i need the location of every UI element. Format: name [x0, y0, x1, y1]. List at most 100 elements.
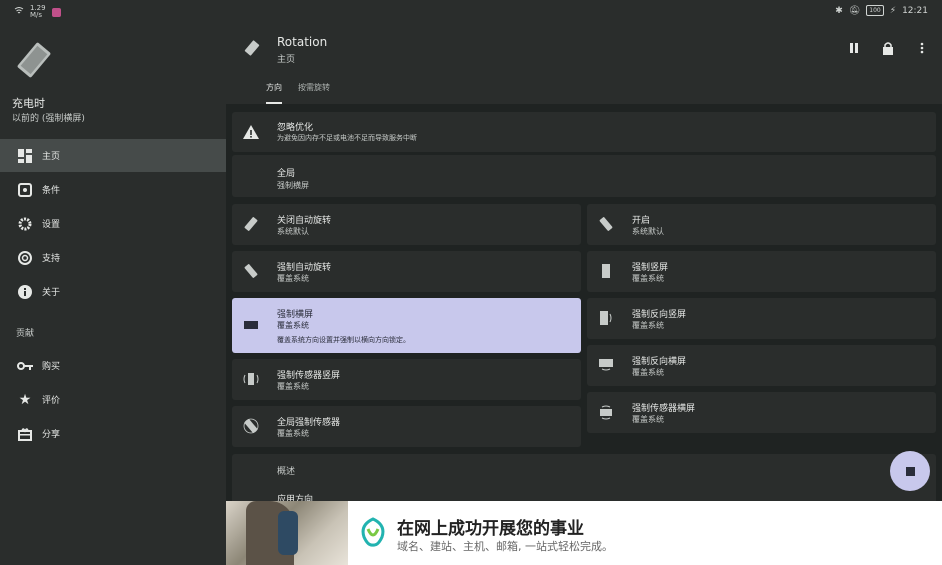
sidebar-item-conditions[interactable]: 条件: [0, 173, 226, 206]
card-title: 开启: [632, 216, 651, 226]
ad-banner[interactable]: 在网上成功开展您的事业 域名、建站、主机、邮箱, 一站式轻松完成。: [226, 501, 942, 565]
card-title: 强制横屏: [277, 310, 314, 320]
card-subtitle: 覆盖系统: [277, 321, 309, 330]
mode-force-reverse-landscape[interactable]: 强制反向横屏 覆盖系统: [587, 345, 936, 386]
mode-auto-rotate-on[interactable]: 开启 系统默认: [587, 204, 936, 245]
sidebar-item-label: 设置: [42, 220, 61, 230]
pause-button[interactable]: [846, 40, 862, 56]
info-icon: [16, 283, 34, 301]
mode-force-landscape[interactable]: 强制横屏 覆盖系统 覆盖系统方向设置并强制以横向方向锁定。: [232, 298, 581, 353]
net-speed: 1.29 M/s: [30, 4, 46, 19]
wifi-icon: [14, 7, 24, 17]
key-icon: [16, 357, 34, 375]
mute-icon: 🔕︎: [848, 5, 861, 16]
app-title: Rotation: [277, 35, 328, 49]
app-subtitle: 主页: [277, 55, 296, 65]
sidebar-subtitle: 以前的 (强制横屏): [12, 114, 85, 124]
sidebar-item-label: 分享: [42, 430, 61, 440]
sensor-portrait-icon: [242, 370, 260, 388]
star-icon: ★: [18, 391, 32, 408]
sidebar-item-label: 购买: [42, 362, 61, 372]
ad-subtitle: 域名、建站、主机、邮箱, 一站式轻松完成。: [397, 540, 613, 553]
mode-force-sensor-landscape[interactable]: 强制传感器横屏 覆盖系统: [587, 392, 936, 433]
landscape-icon: [242, 316, 260, 334]
sensor-rotation-icon: [242, 417, 260, 435]
gift-icon: [16, 425, 34, 443]
card-title: 强制传感器横屏: [632, 404, 696, 414]
card-title: 强制传感器竖屏: [277, 371, 341, 381]
ad-logo-icon: [356, 515, 390, 549]
global-card[interactable]: 全局 强制横屏: [232, 155, 936, 197]
card-subtitle: 覆盖系统: [277, 382, 309, 391]
sidebar-item-label: 支持: [42, 254, 61, 264]
card-subtitle: 覆盖系统: [277, 429, 309, 438]
portrait-icon: [597, 262, 615, 280]
card-title: 强制反向横屏: [632, 357, 687, 367]
card-subtitle: 系统默认: [632, 227, 664, 236]
sidebar-item-rate[interactable]: ★ 评价: [0, 383, 226, 416]
lock-button[interactable]: [880, 40, 896, 56]
dashboard-icon: [16, 147, 34, 165]
tab-on-demand[interactable]: 按需旋转: [298, 80, 330, 104]
more-options-button[interactable]: [914, 40, 930, 56]
status-bar: 1.29 M/s ✱ 🔕︎ 100 ⚡︎ 12:21: [0, 0, 942, 24]
card-description: 覆盖系统方向设置并强制以横向方向锁定。: [277, 336, 410, 344]
card-title: 忽略优化: [277, 123, 314, 133]
mode-global-force-sensor[interactable]: 全局强制传感器 覆盖系统: [232, 406, 581, 447]
sidebar-item-label: 关于: [42, 288, 61, 298]
card-subtitle: 覆盖系统: [632, 321, 664, 330]
sidebar-item-home[interactable]: 主页: [0, 139, 226, 172]
stop-icon: [905, 466, 915, 476]
sidebar-item-label: 评价: [42, 396, 61, 406]
sidebar-title: 充电时: [12, 97, 45, 110]
sidebar-item-settings[interactable]: 设置: [0, 207, 226, 240]
card-subtitle: 覆盖系统: [277, 274, 309, 283]
mode-force-sensor-portrait[interactable]: 强制传感器竖屏 覆盖系统: [232, 359, 581, 400]
rotation-lock-icon: [242, 215, 260, 233]
sidebar-item-label: 主页: [42, 152, 61, 162]
sidebar-item-share[interactable]: 分享: [0, 417, 226, 450]
mode-force-auto-rotate[interactable]: 强制自动旋转 覆盖系统: [232, 251, 581, 292]
card-title: 全局: [277, 169, 296, 179]
battery-indicator: 100: [866, 5, 884, 16]
mode-force-reverse-portrait[interactable]: 强制反向竖屏 覆盖系统: [587, 298, 936, 339]
sidebar-item-label: 条件: [42, 186, 61, 196]
card-title: 强制反向竖屏: [632, 310, 687, 320]
rotation-icon: [242, 38, 262, 58]
sidebar-item-support[interactable]: 支持: [0, 241, 226, 274]
card-subtitle: 为避免因内存不足或电池不足而导致服务中断: [277, 134, 417, 142]
rotation-on-icon: [597, 215, 615, 233]
screen-rotation-icon: [242, 262, 260, 280]
mode-force-portrait[interactable]: 强制竖屏 覆盖系统: [587, 251, 936, 292]
overview-title: 概述: [277, 467, 296, 477]
ad-title: 在网上成功开展您的事业: [397, 519, 584, 539]
app-logo-icon: [14, 40, 54, 80]
clock: 12:21: [902, 5, 928, 16]
support-icon: [16, 249, 34, 267]
card-title: 全局强制传感器: [277, 418, 341, 428]
sensor-landscape-icon: [597, 403, 615, 421]
sidebar-item-about[interactable]: 关于: [0, 275, 226, 308]
card-subtitle: 强制横屏: [277, 181, 309, 190]
conditions-icon: [16, 181, 34, 199]
stop-service-button[interactable]: [890, 451, 930, 491]
card-subtitle: 覆盖系统: [632, 274, 664, 283]
card-title: 强制竖屏: [632, 263, 669, 273]
ignore-optimization-card[interactable]: 忽略优化 为避免因内存不足或电池不足而导致服务中断: [232, 112, 936, 152]
app-bar: Rotation 主页 方向 按需旋转: [226, 24, 942, 104]
ad-image: [226, 501, 348, 565]
tab-orientation[interactable]: 方向: [266, 80, 282, 104]
card-subtitle: 覆盖系统: [632, 368, 664, 377]
card-title: 强制自动旋转: [277, 263, 332, 273]
reverse-landscape-icon: [597, 356, 615, 374]
warning-icon: [242, 123, 260, 141]
mode-auto-rotate-off[interactable]: 关闭自动旋转 系统默认: [232, 204, 581, 245]
charging-icon: ⚡︎: [889, 5, 897, 16]
notification-icon: [51, 7, 61, 17]
card-title: 关闭自动旋转: [277, 216, 332, 226]
main-content: Rotation 主页 方向 按需旋转 忽略优化 为避免因内存不足或电池不足而导…: [226, 24, 942, 565]
sidebar: 充电时 以前的 (强制横屏) 主页 条件 设置 支持 关于 贡献 购买 ★ 评价…: [0, 24, 226, 565]
bluetooth-icon: ✱: [835, 5, 843, 16]
section-label-contribute: 贡献: [16, 329, 35, 339]
sidebar-item-purchase[interactable]: 购买: [0, 349, 226, 382]
